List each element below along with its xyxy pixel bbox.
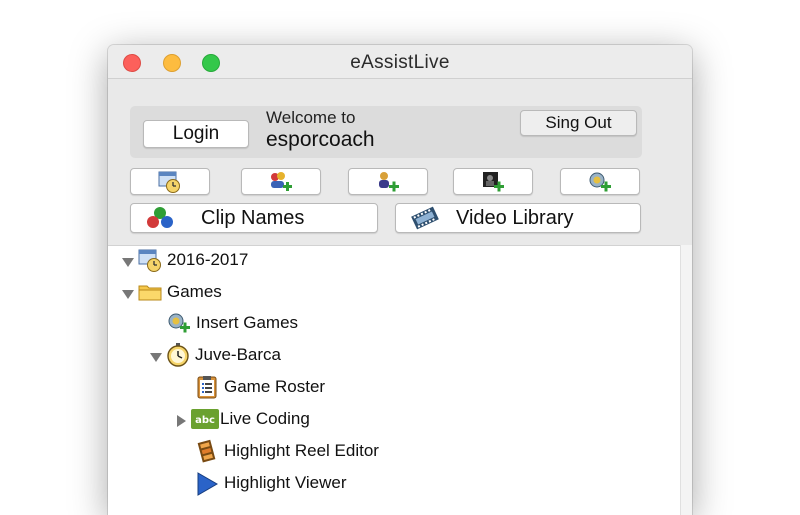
film-reel-icon — [194, 438, 220, 464]
navigation-tree[interactable]: 2016-2017 Games Insert Games Juve-Barca … — [108, 245, 680, 515]
add-game-icon — [587, 169, 613, 195]
add-team-button[interactable] — [241, 168, 321, 195]
tree-item-insert-games[interactable]: Insert Games — [166, 309, 298, 337]
sign-out-button[interactable]: Sing Out — [520, 110, 637, 136]
tree-item-label: Highlight Reel Editor — [224, 441, 379, 460]
disclosure-triangle-icon[interactable] — [122, 258, 134, 267]
play-icon — [194, 470, 220, 496]
clip-names-label: Clip Names — [201, 206, 305, 229]
tree-item-label: Insert Games — [196, 313, 299, 332]
calendar-clock-button[interactable] — [130, 168, 210, 195]
title-bar[interactable]: eAssistLive — [108, 45, 692, 79]
video-library-label: Video Library — [456, 206, 574, 229]
calendar-clock-icon — [157, 169, 183, 195]
tree-item-label: Juve-Barca — [195, 345, 281, 364]
add-player-button[interactable] — [348, 168, 428, 195]
tree-item-label: Games — [167, 282, 222, 301]
account-panel: Login Welcome to esporcoach Sing Out — [130, 106, 642, 158]
disclosure-triangle-icon[interactable] — [150, 353, 162, 362]
app-window: eAssistLive Login Welcome to esporcoach … — [108, 45, 692, 515]
abc-tag-icon: abc — [190, 406, 219, 432]
tree-item-highlight-viewer[interactable]: Highlight Viewer — [194, 469, 347, 497]
window-title: eAssistLive — [350, 52, 450, 73]
login-button[interactable]: Login — [143, 120, 249, 148]
svg-text:abc: abc — [195, 415, 215, 426]
season-calendar-icon — [137, 247, 163, 273]
tree-item-label: 2016-2017 — [167, 250, 249, 269]
add-team-icon — [268, 169, 294, 195]
tree-item-label: Live Coding — [220, 409, 310, 428]
video-library-button[interactable]: Video Library — [395, 203, 641, 233]
add-game-button[interactable] — [560, 168, 640, 195]
tree-item-live-coding[interactable]: abc Live Coding — [177, 405, 310, 433]
tree-item-label: Highlight Viewer — [224, 473, 347, 492]
add-video-icon — [480, 169, 506, 195]
tree-item-season[interactable]: 2016-2017 — [122, 246, 248, 274]
welcome-label: Welcome to — [266, 108, 356, 127]
tree-scrollbar[interactable] — [680, 245, 692, 515]
clip-names-button[interactable]: Clip Names — [130, 203, 378, 233]
username-label: esporcoach — [266, 128, 375, 151]
disclosure-triangle-icon[interactable] — [177, 415, 186, 427]
tree-item-highlight-reel-editor[interactable]: Highlight Reel Editor — [194, 437, 379, 465]
insert-game-icon — [166, 310, 192, 336]
film-strip-icon — [410, 205, 439, 231]
tree-item-juve-barca[interactable]: Juve-Barca — [150, 341, 281, 369]
tree-item-game-roster[interactable]: Game Roster — [194, 373, 325, 401]
folder-icon — [137, 279, 163, 305]
add-player-icon — [375, 169, 401, 195]
add-video-button[interactable] — [453, 168, 533, 195]
roster-clipboard-icon — [194, 374, 220, 400]
clip-names-icon — [145, 205, 173, 231]
disclosure-triangle-icon[interactable] — [122, 290, 134, 299]
tree-item-games[interactable]: Games — [122, 278, 222, 306]
tree-item-label: Game Roster — [224, 377, 326, 396]
stopwatch-icon — [165, 342, 191, 368]
